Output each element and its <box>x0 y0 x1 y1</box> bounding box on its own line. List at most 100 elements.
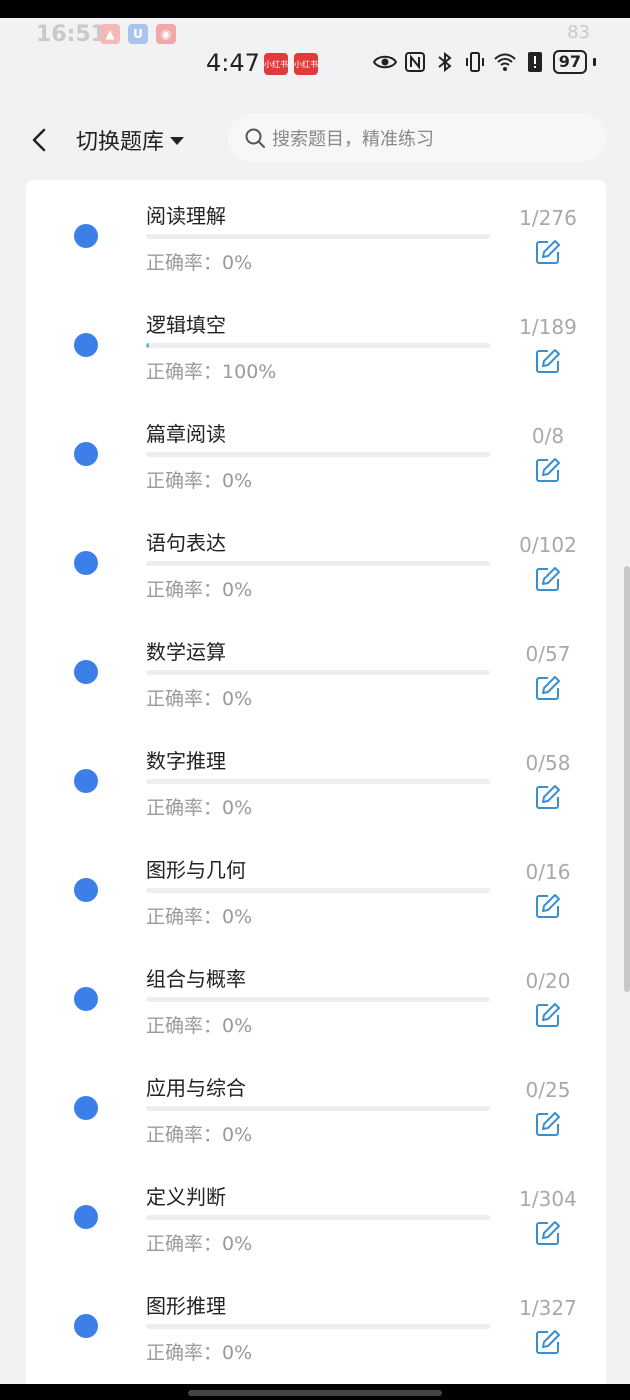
question-count: 0/16 <box>525 860 571 884</box>
list-item[interactable]: 组合与概率 正确率：0% 0/20 <box>26 943 606 1052</box>
progress-fill <box>146 343 149 348</box>
ghost-notification-icons: ▲ U ◉ <box>100 24 176 44</box>
accuracy-text: 正确率：0% <box>146 793 252 820</box>
accuracy-text: 正确率：0% <box>146 1011 252 1038</box>
progress-bar <box>146 997 490 1002</box>
search-input[interactable]: 搜索题目，精准练习 <box>228 114 606 162</box>
list-item[interactable]: 定义判断正确率：0% 1/304 <box>26 1161 606 1270</box>
accuracy-value: 0% <box>222 1124 253 1146</box>
edit-icon[interactable] <box>534 1219 562 1247</box>
category-dot <box>74 769 98 793</box>
accuracy-text: 正确率：0% <box>146 902 252 929</box>
question-count: 1/304 <box>519 1187 577 1211</box>
progress-bar <box>146 452 490 457</box>
category-name: 应用与综合 <box>146 1076 246 1100</box>
progress-bar <box>146 1215 490 1220</box>
header: 切换题库 搜索题目，精准练习 <box>0 100 630 180</box>
list-item[interactable]: 数学运算 正确率：0% 0/57 <box>26 616 606 725</box>
question-count: 1/276 <box>519 206 577 230</box>
category-list: 阅读理解 正确率：0% 1/276 逻辑填空 正确率：100% 1/189 篇章阅读 正确率：… <box>26 180 606 1400</box>
accuracy-label: 正确率： <box>146 1124 223 1146</box>
home-indicator[interactable] <box>188 1390 442 1396</box>
back-arrow-icon[interactable] <box>26 122 54 158</box>
list-item[interactable]: 语句表达正确率：0% 0/102 <box>26 507 606 616</box>
accuracy-label: 正确率： <box>146 1233 223 1255</box>
accuracy-label: 正确率： <box>146 579 223 601</box>
question-count: 0/57 <box>525 642 571 666</box>
edit-icon[interactable] <box>534 892 562 920</box>
edit-icon[interactable] <box>534 783 562 811</box>
app-notification-icon: ▲ <box>100 24 120 44</box>
switch-question-bank-dropdown[interactable]: 切换题库 <box>76 124 185 156</box>
accuracy-value: 0% <box>222 579 253 601</box>
accuracy-label: 正确率： <box>146 688 223 710</box>
ghost-status-time: 16:51 <box>36 22 107 47</box>
accuracy-text: 正确率：0% <box>146 1338 252 1365</box>
progress-bar <box>146 779 490 784</box>
category-dot <box>74 551 98 575</box>
bluetooth-icon <box>438 51 452 73</box>
category-name: 定义判断 <box>146 1185 226 1209</box>
progress-bar <box>146 670 490 675</box>
question-count: 1/189 <box>519 315 577 339</box>
accuracy-value: 0% <box>222 1015 253 1037</box>
battery-tip <box>593 58 596 66</box>
category-name: 语句表达 <box>146 531 226 555</box>
category-name: 图形与几何 <box>146 858 246 882</box>
accuracy-label: 正确率： <box>146 252 223 274</box>
edit-icon[interactable] <box>534 347 562 375</box>
list-item[interactable]: 数字推理 正确率：0% 0/58 <box>26 725 606 834</box>
accuracy-label: 正确率： <box>146 1015 223 1037</box>
list-item[interactable]: 图形推理 正确率：0% 1/327 <box>26 1270 606 1379</box>
category-name: 逻辑填空 <box>146 313 226 337</box>
question-count: 0/20 <box>525 969 571 993</box>
edit-icon[interactable] <box>534 1001 562 1029</box>
edit-icon[interactable] <box>534 674 562 702</box>
accuracy-label: 正确率： <box>146 361 223 383</box>
category-dot <box>74 333 98 357</box>
accuracy-text: 正确率：0% <box>146 1229 252 1256</box>
accuracy-label: 正确率： <box>146 470 223 492</box>
accuracy-value: 100% <box>222 361 277 383</box>
accuracy-value: 0% <box>222 1233 253 1255</box>
category-dot <box>74 878 98 902</box>
accuracy-text: 正确率：100% <box>146 357 276 384</box>
list-item[interactable]: 应用与综合 正确率：0% 0/25 <box>26 1052 606 1161</box>
accuracy-label: 正确率： <box>146 906 223 928</box>
edit-icon[interactable] <box>534 1110 562 1138</box>
alert-icon <box>527 52 542 72</box>
list-item[interactable]: 阅读理解 正确率：0% 1/276 <box>26 180 606 289</box>
list-item[interactable]: 图形与几何正确率：0% 0/16 <box>26 834 606 943</box>
list-item[interactable]: 篇章阅读 正确率：0% 0/8 <box>26 398 606 507</box>
xiaohongshu-icon: 小红书 <box>294 53 318 75</box>
edit-icon[interactable] <box>534 565 562 593</box>
accuracy-label: 正确率： <box>146 797 223 819</box>
edit-icon[interactable] <box>534 238 562 266</box>
category-dot <box>74 1096 98 1120</box>
accuracy-value: 0% <box>222 906 253 928</box>
progress-bar <box>146 561 490 566</box>
vibrate-icon <box>465 52 484 72</box>
search-icon <box>245 128 265 148</box>
category-dot <box>74 1205 98 1229</box>
battery-level: 97 <box>558 52 581 71</box>
category-name: 阅读理解 <box>146 204 226 228</box>
app-notification-icon: ◉ <box>156 24 176 44</box>
edit-icon[interactable] <box>534 456 562 484</box>
progress-bar <box>146 234 490 239</box>
accuracy-value: 0% <box>222 1342 253 1364</box>
list-item[interactable]: 逻辑填空正确率：100% 1/189 <box>26 289 606 398</box>
category-name: 图形推理 <box>146 1294 226 1318</box>
edit-icon[interactable] <box>534 1328 562 1356</box>
accuracy-text: 正确率：0% <box>146 1120 252 1147</box>
question-count: 0/102 <box>519 533 577 557</box>
progress-bar <box>146 343 490 348</box>
accuracy-value: 0% <box>222 797 253 819</box>
category-dot <box>74 987 98 1011</box>
caret-down-icon <box>170 137 185 145</box>
accuracy-text: 正确率：0% <box>146 466 252 493</box>
scrollbar[interactable] <box>624 566 630 992</box>
category-dot <box>74 442 98 466</box>
accuracy-value: 0% <box>222 688 253 710</box>
accuracy-label: 正确率： <box>146 1342 223 1364</box>
